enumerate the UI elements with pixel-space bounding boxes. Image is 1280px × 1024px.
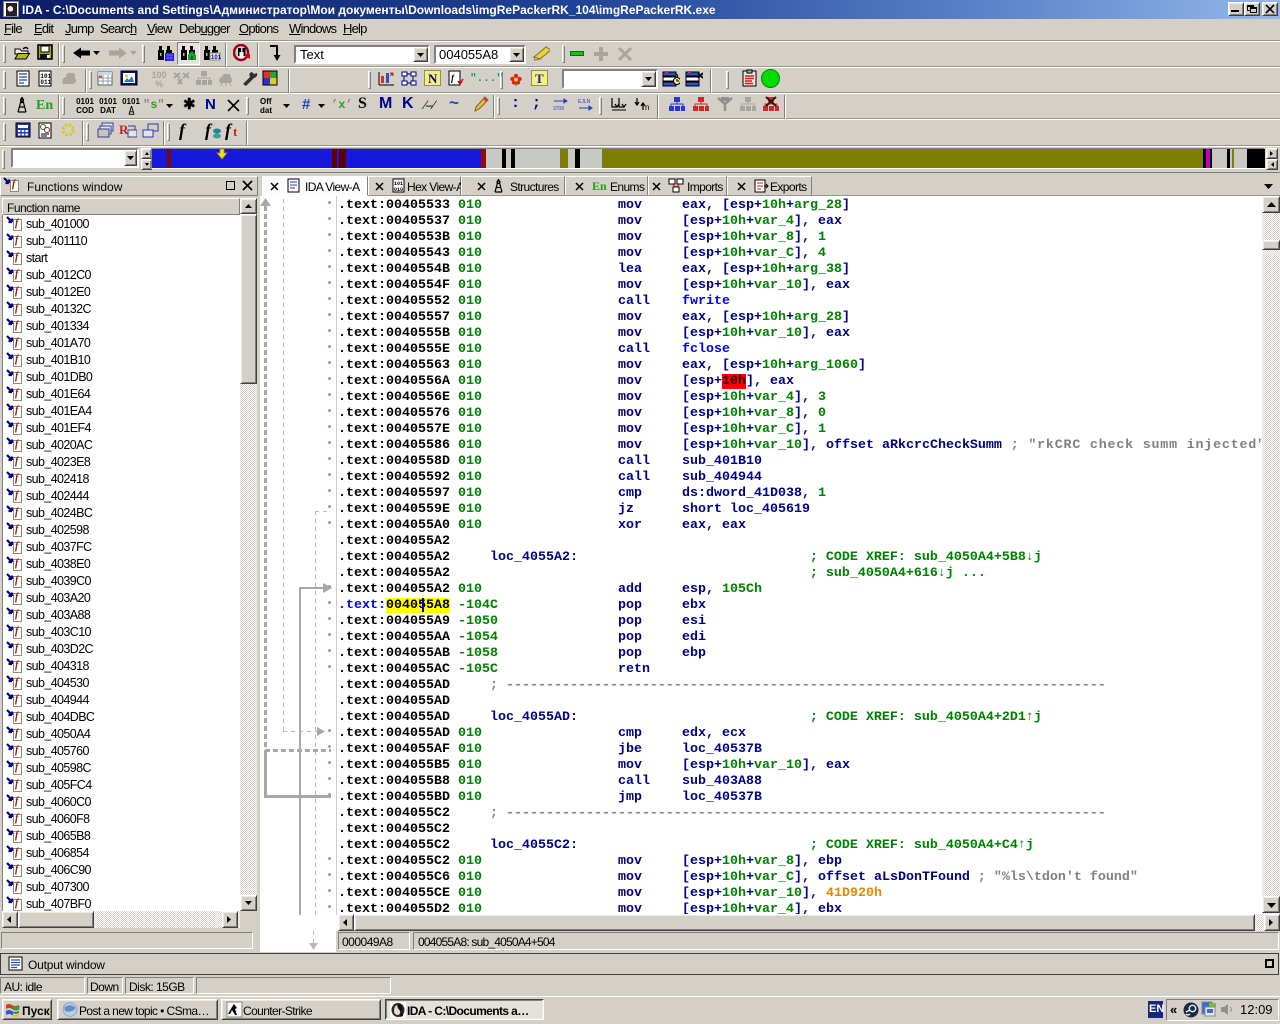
svg-text:010: 010	[394, 187, 403, 193]
svg-text:EJLN: EJLN	[578, 99, 591, 105]
svg-text:n: n	[645, 103, 649, 112]
svg-text:3706: 3706	[553, 106, 564, 112]
svg-text:101: 101	[211, 55, 221, 61]
svg-text:011: 011	[40, 79, 51, 86]
